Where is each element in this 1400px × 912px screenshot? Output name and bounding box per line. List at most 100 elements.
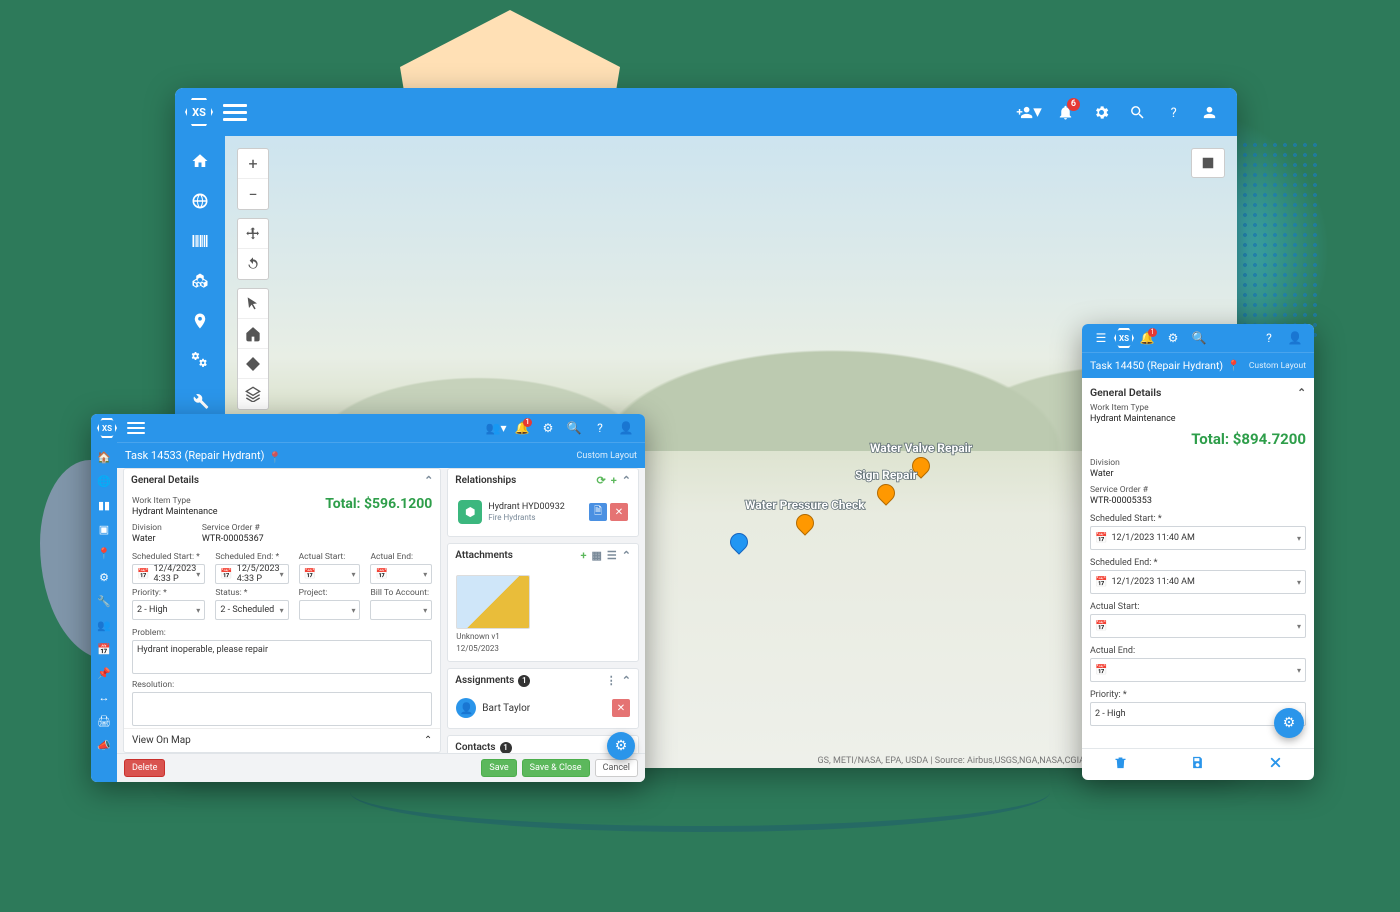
nav-announce-icon[interactable]: 📣 [93,734,115,756]
cancel-button[interactable]: Cancel [595,759,638,777]
save-close-button[interactable]: Save & Close [522,759,590,777]
nav-barcode-icon[interactable]: ▮▮ [93,494,115,516]
attachment-thumbnail[interactable] [456,575,530,629]
nav-home-icon[interactable]: 🏠 [93,446,115,468]
nav-marker-icon[interactable]: 📍 [93,542,115,564]
actual-end-input[interactable]: 📅▾ [370,564,432,584]
pan-tool-icon[interactable] [238,219,268,249]
grid-view-icon[interactable]: ▦ [592,549,602,562]
nav-share-icon[interactable]: ↔ [93,686,115,708]
add-icon[interactable]: + [580,549,586,562]
collapse-icon[interactable]: ⌃ [622,674,631,687]
avatar: 👤 [456,698,476,718]
refresh-icon[interactable]: ⟳ [597,474,606,487]
collapse-icon[interactable]: ⌃ [1297,386,1306,399]
zoom-in-button[interactable]: + [238,149,268,179]
marker-pressure[interactable]: Water Pressure Check [745,498,865,538]
more-icon[interactable]: ⋮ [606,674,617,687]
nav-marker-icon[interactable] [180,302,220,340]
menu-toggle[interactable] [127,419,145,437]
nav-globe-icon[interactable]: 🌐 [93,470,115,492]
profile-icon[interactable] [1191,94,1227,130]
search-icon[interactable] [1119,94,1155,130]
user-add-icon[interactable]: ▾ [1011,94,1047,130]
scheduled-start-input[interactable]: 📅12/4/2023 4:33 P▾ [132,564,205,584]
delete-button[interactable]: Delete [124,759,165,777]
notifications-icon[interactable]: 🔔1 [1134,325,1160,351]
remove-assignment-button[interactable]: ✕ [612,699,630,717]
nav-globe-icon[interactable] [180,182,220,220]
rotate-tool-icon[interactable] [238,249,268,279]
help-icon[interactable]: ? [1155,94,1191,130]
project-select[interactable]: ▾ [299,600,361,620]
user-add-icon[interactable]: 👥▾ [483,415,509,441]
search-icon[interactable]: 🔍 [561,415,587,441]
nav-wrench-icon[interactable]: 🔧 [93,590,115,612]
nav-gears-icon[interactable] [180,342,220,380]
settings-icon[interactable]: ⚙ [1160,325,1186,351]
shape-tool-icon[interactable] [238,349,268,379]
custom-layout-link[interactable]: Custom Layout [577,451,638,461]
scheduled-end-input[interactable]: 📅12/5/2023 4:33 P▾ [215,564,288,584]
search-icon[interactable]: 🔍 [1186,325,1212,351]
map-expand-icon[interactable] [1191,148,1225,178]
profile-icon[interactable]: 👤 [1282,325,1308,351]
help-icon[interactable]: ? [587,415,613,441]
nav-users-icon[interactable]: 👥 [93,614,115,636]
collapse-icon[interactable]: ⌃ [424,735,432,746]
settings-fab[interactable]: ⚙ [607,732,635,760]
nav-pin-icon[interactable]: 📌 [93,662,115,684]
pin-icon[interactable]: 📍 [268,451,278,461]
help-icon[interactable]: ? [1256,325,1282,351]
nav-cubes-icon[interactable]: ▣ [93,518,115,540]
bill-to-select[interactable]: ▾ [370,600,432,620]
zoom-out-button[interactable]: − [238,179,268,209]
save-icon[interactable] [1160,755,1237,774]
priority-select[interactable]: 2 - High▾ [132,600,205,620]
open-relationship-button[interactable]: 🗎 [589,503,607,521]
collapse-icon[interactable]: ⌃ [622,549,631,562]
settings-icon[interactable] [1083,94,1119,130]
profile-icon[interactable]: 👤 [613,415,639,441]
pin-icon[interactable]: 📍 [1227,359,1240,372]
actual-start-input[interactable]: 📅▾ [299,564,361,584]
notifications-icon[interactable]: 6 [1047,94,1083,130]
select-tool-icon[interactable] [238,289,268,319]
delete-icon[interactable] [1082,755,1159,774]
collapse-icon[interactable]: ⌃ [424,474,433,487]
relationship-item[interactable]: ⬢ Hydrant HYD00932Fire Hydrants 🗎 ✕ [456,496,630,528]
nav-calendar-icon[interactable]: 📅 [93,638,115,660]
nav-barcode-icon[interactable] [180,222,220,260]
remove-relationship-button[interactable]: ✕ [610,503,628,521]
settings-icon[interactable]: ⚙ [535,415,561,441]
general-details-header[interactable]: General Details ⌃ [124,469,440,492]
menu-toggle[interactable] [223,100,247,124]
problem-textarea[interactable]: Hydrant inoperable, please repair [132,640,432,674]
nav-gears-icon[interactable]: ⚙ [93,566,115,588]
actual-end-input[interactable]: 📅▾ [1090,658,1306,682]
settings-fab[interactable]: ⚙ [1274,708,1304,738]
assignment-item[interactable]: 👤 Bart Taylor ✕ [456,696,630,720]
list-view-icon[interactable]: ☰ [607,549,617,562]
scheduled-start-input[interactable]: 📅12/1/2023 11:40 AM▾ [1090,526,1306,550]
view-on-map-section[interactable]: View On Map ⌃ [124,728,440,752]
add-icon[interactable]: + [611,474,617,487]
close-icon[interactable] [1237,755,1314,774]
scheduled-end-input[interactable]: 📅12/1/2023 11:40 AM▾ [1090,570,1306,594]
nav-cubes-icon[interactable] [180,262,220,300]
custom-layout-link[interactable]: Custom Layout [1249,361,1306,371]
notifications-icon[interactable]: 🔔1 [509,415,535,441]
general-details-header[interactable]: General Details ⌃ [1090,386,1306,399]
resolution-textarea[interactable] [132,692,432,726]
actual-start-input[interactable]: 📅▾ [1090,614,1306,638]
layers-tool-icon[interactable] [238,379,268,409]
nav-home-icon[interactable] [180,142,220,180]
status-select[interactable]: 2 - Scheduled▾ [215,600,288,620]
menu-toggle[interactable]: ☰ [1088,325,1114,351]
marker-blue[interactable] [730,531,748,557]
save-button[interactable]: Save [481,759,516,777]
collapse-icon[interactable]: ⌃ [622,474,631,487]
home-extent-icon[interactable] [238,319,268,349]
attachments-card: Attachments +▦☰⌃ Unknown v1 12/05/2023 [447,543,639,662]
nav-print-icon[interactable]: 🖨 [93,710,115,732]
